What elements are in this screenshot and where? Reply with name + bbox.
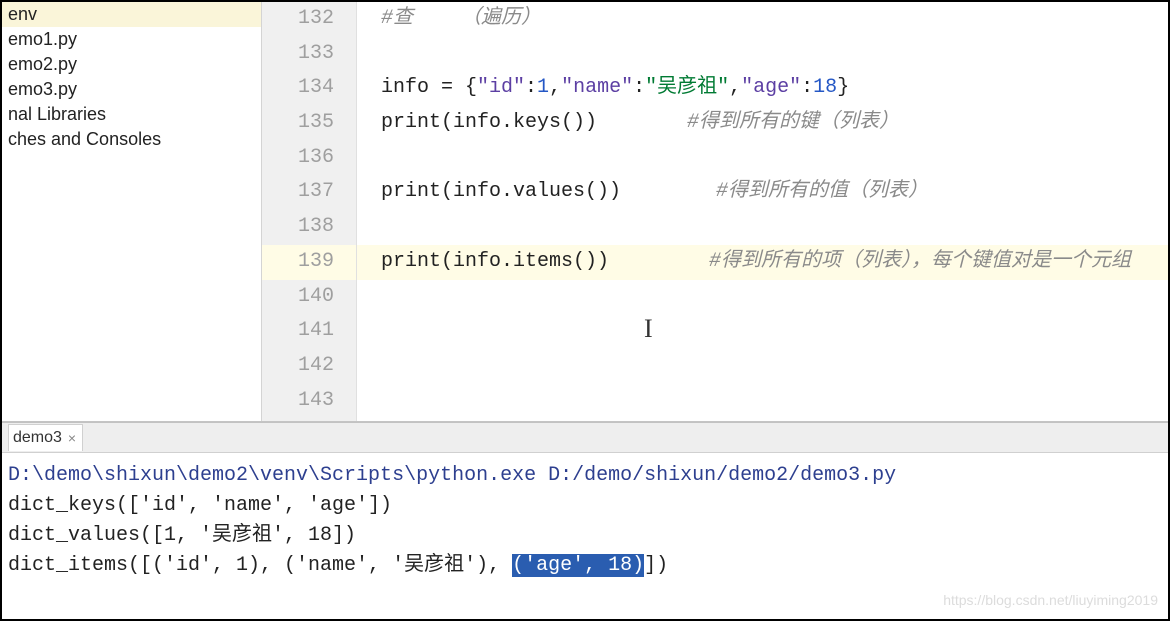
project-tree[interactable]: env emo1.py emo2.py emo3.py nal Librarie… (2, 2, 262, 421)
tree-item-consoles[interactable]: ches and Consoles (2, 127, 261, 152)
line-number: 132 (262, 2, 356, 37)
line-number: 141 (262, 314, 356, 349)
code-line[interactable] (357, 141, 1168, 176)
line-number: 135 (262, 106, 356, 141)
code-line[interactable] (357, 280, 1168, 315)
line-number: 134 (262, 71, 356, 106)
selection-highlight: ('age', 18) (512, 554, 644, 577)
code-line-current[interactable]: print(info.items())#得到所有的项（列表），每个键值对是一个元… (357, 245, 1168, 280)
code-line[interactable] (357, 210, 1168, 245)
console-line: dict_values([1, '吴彦祖', 18]) (8, 521, 1162, 551)
run-tab-bar: demo3 × (2, 423, 1168, 453)
text-caret-icon: I (644, 314, 653, 344)
code-line[interactable]: info = {"id":1,"name":"吴彦祖","age":18} (357, 71, 1168, 106)
tree-item-emo3[interactable]: emo3.py (2, 77, 261, 102)
line-number: 137 (262, 175, 356, 210)
line-gutter: 132 133 134 135 136 137 138 139 140 141 … (262, 2, 357, 421)
code-line[interactable]: print(info.values())#得到所有的值（列表） (357, 175, 1168, 210)
code-line[interactable] (357, 314, 1168, 349)
tree-item-emo2[interactable]: emo2.py (2, 52, 261, 77)
console-line: dict_keys(['id', 'name', 'age']) (8, 491, 1162, 521)
run-tab[interactable]: demo3 × (8, 424, 83, 451)
code-line[interactable] (357, 37, 1168, 72)
console-output[interactable]: D:\demo\shixun\demo2\venv\Scripts\python… (2, 453, 1168, 619)
code-editor[interactable]: 132 133 134 135 136 137 138 139 140 141 … (262, 2, 1168, 421)
line-number: 139 (262, 245, 356, 280)
tree-item-env[interactable]: env (2, 2, 261, 27)
close-icon[interactable]: × (68, 430, 76, 446)
code-area[interactable]: #查 （遍历） info = {"id":1,"name":"吴彦祖","age… (357, 2, 1168, 421)
line-number: 142 (262, 349, 356, 384)
console-line: dict_items([('id', 1), ('name', '吴彦祖'), … (8, 551, 1162, 581)
line-number: 140 (262, 280, 356, 315)
code-line[interactable]: #查 （遍历） (357, 2, 1168, 37)
tree-item-libs[interactable]: nal Libraries (2, 102, 261, 127)
run-panel: demo3 × D:\demo\shixun\demo2\venv\Script… (2, 422, 1168, 619)
line-number: 133 (262, 37, 356, 72)
code-line[interactable] (357, 349, 1168, 384)
console-command: D:\demo\shixun\demo2\venv\Scripts\python… (8, 461, 1162, 491)
line-number: 143 (262, 384, 356, 419)
tree-item-emo1[interactable]: emo1.py (2, 27, 261, 52)
run-tab-label: demo3 (13, 429, 62, 447)
line-number: 138 (262, 210, 356, 245)
code-line[interactable] (357, 384, 1168, 419)
line-number: 136 (262, 141, 356, 176)
watermark-text: https://blog.csdn.net/liuyiming2019 (943, 585, 1158, 615)
code-line[interactable]: print(info.keys())#得到所有的键（列表） (357, 106, 1168, 141)
